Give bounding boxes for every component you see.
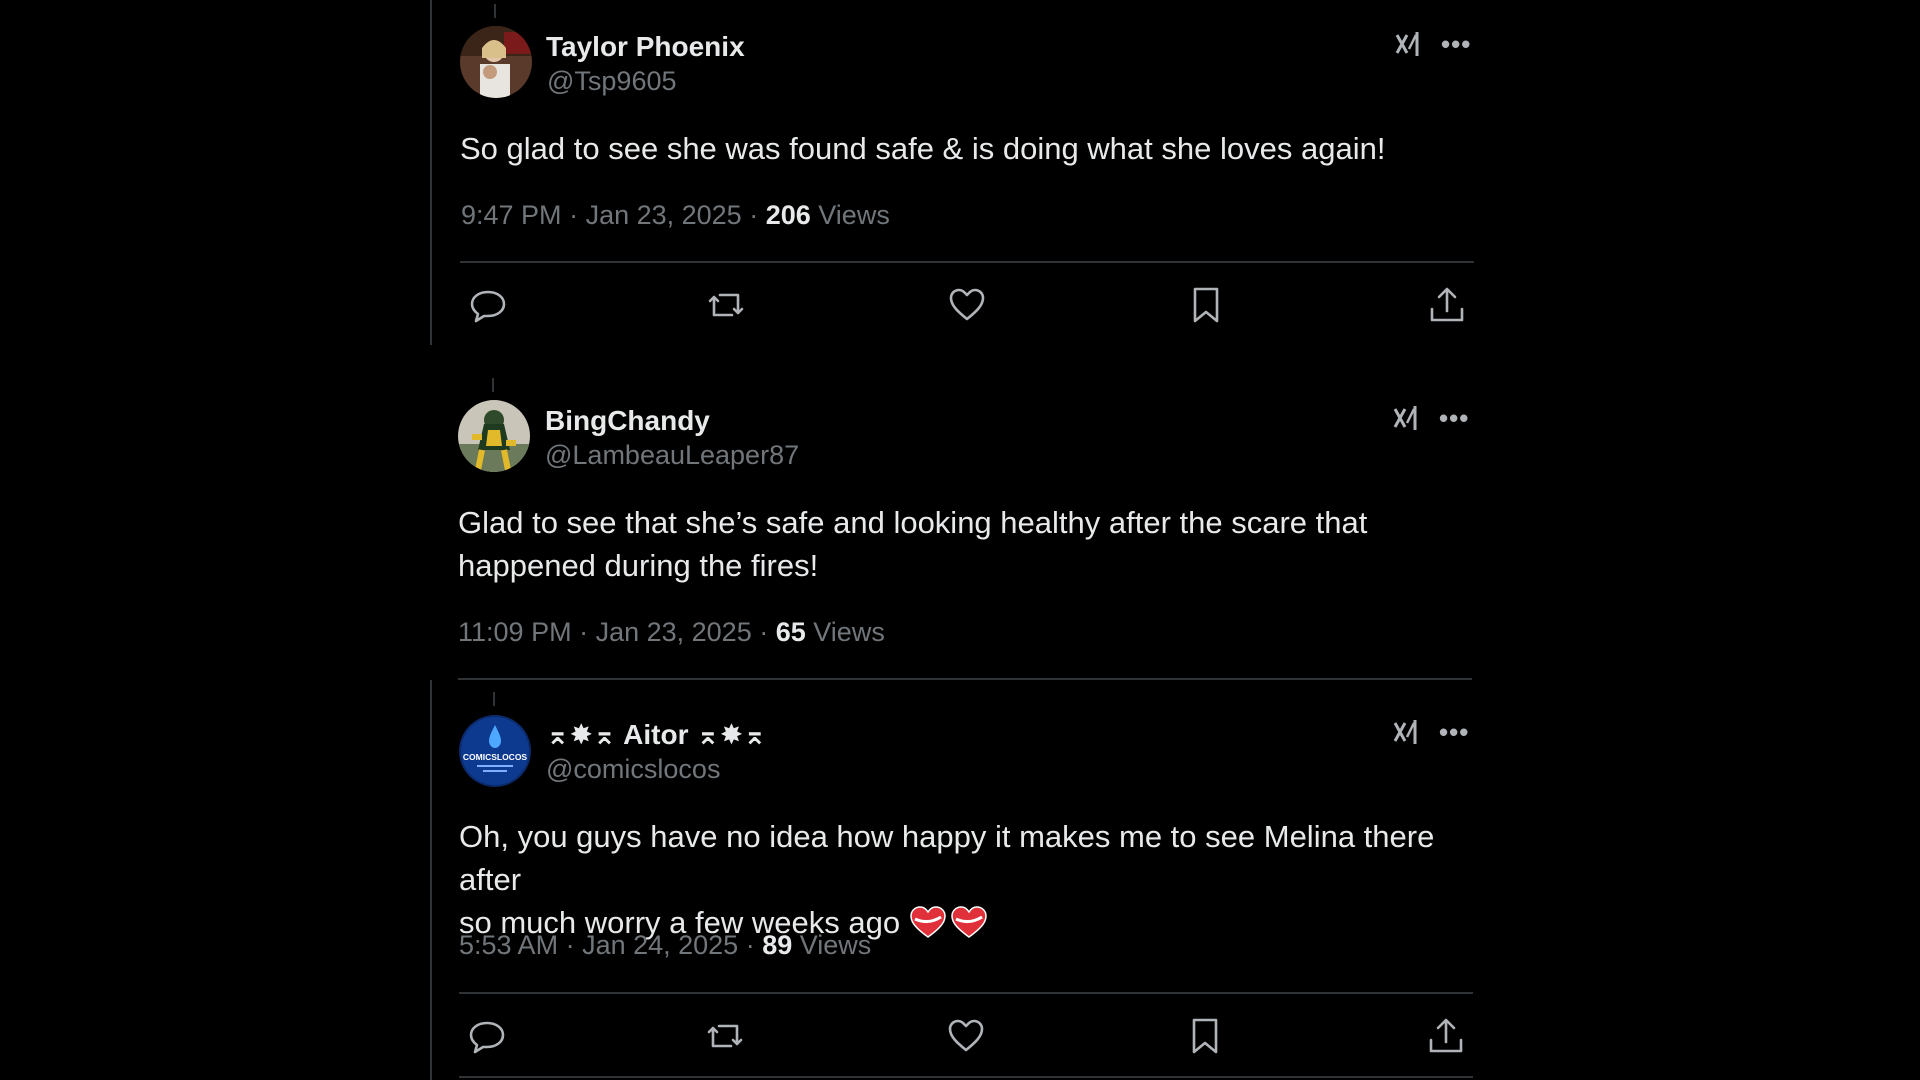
action-bar [459, 1016, 1473, 1060]
post-text-line: happened during the fires! [458, 548, 819, 583]
view-count: 89 [762, 930, 793, 960]
name-decoration: ⌅✸⌅ [696, 719, 767, 750]
avatar[interactable] [460, 26, 532, 98]
more-options-icon[interactable]: ••• [1439, 405, 1469, 431]
thread-line [430, 680, 432, 1080]
more-options-icon[interactable]: ••• [1441, 31, 1471, 57]
post-meta: 9:47 PM · Jan 23, 2025 · 206 Views [461, 200, 890, 230]
reply-connector [494, 4, 496, 18]
post-date[interactable]: Jan 23, 2025 [596, 617, 752, 647]
share-icon[interactable] [1426, 1016, 1466, 1056]
post-meta: 5:53 AM · Jan 24, 2025 · 89 Views [459, 930, 872, 960]
repost-icon[interactable] [706, 285, 746, 325]
post-date[interactable]: Jan 23, 2025 [586, 200, 742, 230]
grok-icon[interactable] [1392, 717, 1422, 747]
post-time[interactable]: 5:53 AM [459, 930, 558, 960]
post-date[interactable]: Jan 24, 2025 [582, 930, 738, 960]
bookmark-icon[interactable] [1186, 285, 1226, 325]
repost-icon[interactable] [705, 1016, 745, 1056]
divider [459, 992, 1473, 994]
thread-line [430, 0, 432, 345]
views-label: Views [813, 617, 885, 647]
user-handle[interactable]: @comicslocos [546, 754, 720, 785]
post-time[interactable]: 9:47 PM [461, 200, 562, 230]
more-options-icon[interactable]: ••• [1439, 719, 1469, 745]
post-text: Oh, you guys have no idea how happy it m… [459, 815, 1489, 944]
post-meta: 11:09 PM · Jan 23, 2025 · 65 Views [458, 617, 885, 647]
divider [459, 1076, 1473, 1078]
post-text-line: Glad to see that she’s safe and looking … [458, 505, 1368, 540]
reply-icon[interactable] [467, 1016, 507, 1056]
reply-icon[interactable] [468, 285, 508, 325]
views-label: Views [799, 930, 872, 960]
action-bar [460, 285, 1474, 329]
avatar[interactable] [458, 400, 530, 472]
divider [460, 261, 1474, 263]
avatar[interactable]: COMICSLOCOS [459, 715, 531, 787]
like-icon[interactable] [947, 285, 987, 325]
share-icon[interactable] [1427, 285, 1467, 325]
display-name[interactable]: ⌅✸⌅ Aitor ⌅✸⌅ [546, 718, 767, 751]
user-handle[interactable]: @Tsp9605 [547, 66, 677, 97]
bookmark-icon[interactable] [1185, 1016, 1225, 1056]
display-name[interactable]: BingChandy [545, 405, 710, 437]
post-text: Glad to see that she’s safe and looking … [458, 501, 1478, 587]
heart-emoji-icon [950, 906, 987, 938]
views-label: Views [818, 200, 890, 230]
post-time[interactable]: 11:09 PM [458, 617, 572, 647]
view-count: 206 [765, 200, 811, 230]
display-name[interactable]: Taylor Phoenix [546, 31, 745, 63]
post-text-line: Oh, you guys have no idea how happy it m… [459, 819, 1435, 897]
name-decoration: ⌅✸⌅ [546, 719, 617, 750]
post-text: So glad to see she was found safe & is d… [460, 131, 1386, 166]
avatar-logo-text: COMICSLOCOS [463, 752, 528, 762]
divider [458, 678, 1472, 680]
grok-icon[interactable] [1394, 29, 1424, 59]
reply-connector [492, 378, 494, 392]
grok-icon[interactable] [1392, 403, 1422, 433]
reply-connector [493, 692, 495, 706]
heart-emoji-icon [909, 906, 946, 938]
view-count: 65 [775, 617, 806, 647]
user-handle[interactable]: @LambeauLeaper87 [545, 440, 799, 471]
like-icon[interactable] [946, 1016, 986, 1056]
